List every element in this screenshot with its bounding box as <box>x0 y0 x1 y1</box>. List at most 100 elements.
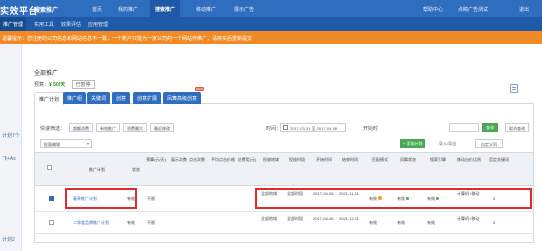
select-all-checkbox[interactable] <box>47 165 52 170</box>
plan-match: 有效 <box>369 220 377 225</box>
filter-bar: 快速筛选： 超额消费 有效推广 消费最大 最近修改 时间： 2017-03-31… <box>35 121 533 135</box>
col-mobile-ratio[interactable]: 移动出价比例 <box>457 156 481 163</box>
col-end[interactable]: 结束时间 <box>339 156 361 163</box>
row-checkbox[interactable] <box>49 220 54 225</box>
plan-mobile-ratio[interactable]: 计算机+移动 <box>457 214 479 223</box>
new-badge: NEW <box>195 87 205 91</box>
quick-filter-label: 快速筛选： <box>40 126 66 132</box>
col-impressions[interactable]: 展示次数 <box>171 156 187 163</box>
cancel-query-button[interactable]: 取消查询 <box>505 123 529 132</box>
query-button[interactable]: 查询 <box>482 123 498 132</box>
plan-negative-kw[interactable]: 0 <box>493 194 495 203</box>
filter-recent-button[interactable]: 最近修改 <box>150 123 174 132</box>
budget-value[interactable]: ¥ 50/天 <box>49 82 65 88</box>
plan-mobile-ratio[interactable]: 计算机+移动 <box>457 189 479 198</box>
plan-start[interactable]: 2017-04-06 <box>313 189 333 198</box>
row-checkbox[interactable] <box>49 196 54 201</box>
tab-phoenix[interactable]: 凤舞高级创意 NEW <box>163 87 205 104</box>
col-budget[interactable]: 预算(元/天) <box>145 156 167 163</box>
subnav-tools[interactable]: 实用工具 <box>34 21 54 28</box>
top-navbar: 实效平台 搜索推广 首页 我的推广 搜索推广 移动推广 展示广告 帮助中心 点睛… <box>0 0 542 17</box>
main-content: 全部推广 预算：¥ 50/天 已暂停 导出报表 推广计划 推广组 关键词 创意 … <box>23 44 542 251</box>
plan-phoenix: 有效 <box>397 220 405 225</box>
custom-columns-button[interactable]: 自定义列 <box>475 139 503 148</box>
plan-negative-kw[interactable]: 0 <box>493 218 495 227</box>
plan-name-link[interactable]: 春季推广计划 <box>73 194 97 203</box>
col-plan[interactable]: 推广计划 <box>77 166 117 173</box>
add-plan-button[interactable]: + 添加计划 <box>400 139 426 148</box>
left-sidebar: 计划7个 飞+As 计划2 <box>0 44 22 251</box>
rule-label: 开始时 <box>363 126 379 132</box>
plan-region[interactable]: 全部地域 <box>261 189 277 198</box>
bulk-edit-select[interactable]: 批量编辑 <box>40 139 92 148</box>
sidebar-item-2[interactable]: 飞+As <box>2 155 16 162</box>
nav-my-promotion[interactable]: 我的推广 <box>118 6 138 13</box>
plan-region[interactable]: 全部地域 <box>261 214 277 223</box>
col-negative-kw[interactable]: 否定关键词 <box>487 156 511 163</box>
col-time-slot[interactable]: 投放时段 <box>285 156 309 163</box>
nav-display-ads[interactable]: 展示广告 <box>234 6 254 13</box>
plan-start[interactable]: 2017-04-06 <box>313 214 333 223</box>
col-engine[interactable]: 搜索引擎 <box>427 156 449 163</box>
plan-status: 有效 <box>127 220 135 225</box>
nav-mobile-promotion[interactable]: 移动推广 <box>196 6 216 13</box>
subnav-apps[interactable]: 应用管理 <box>88 21 108 28</box>
plan-time-slot[interactable]: 全部时段 <box>287 214 303 223</box>
status-dot-icon <box>406 197 409 200</box>
budget-label: 预算： <box>34 82 50 88</box>
col-clicks[interactable]: 点击次数 <box>189 156 205 163</box>
plan-time-slot[interactable]: 全部时段 <box>287 189 303 198</box>
plan-end[interactable]: 2021-11-11 <box>339 214 359 223</box>
col-total-cost[interactable]: 总费用(元) <box>237 156 257 163</box>
status-dot-icon <box>436 197 439 200</box>
sidebar-item-3[interactable]: 计划2 <box>2 236 15 243</box>
nav-home[interactable]: 首页 <box>92 6 102 13</box>
plan-engine: 有效 <box>427 194 439 203</box>
budget-row: 预算：¥ 50/天 已暂停 <box>34 80 95 89</box>
tab-plans[interactable]: 推广计划 <box>34 92 65 105</box>
col-phoenix[interactable]: 凤舞状态 <box>397 156 419 163</box>
table-row: 春季推广计划 有效 不限 全部地域 全部时段 2017-04-06 2021-1… <box>35 186 533 212</box>
col-match[interactable]: 匹配模式 <box>369 156 391 163</box>
operation-bar: 批量编辑 + 添加计划 导入/导出 自定义列 <box>35 138 533 150</box>
help-center-link[interactable]: 帮助中心 <box>423 6 443 13</box>
col-status[interactable]: 状态 <box>127 166 145 173</box>
plan-engine: 有效 <box>427 220 435 225</box>
plan-end[interactable]: 2021-11-11 <box>339 189 359 198</box>
engine-text: 有效 <box>427 196 435 201</box>
import-export-link[interactable]: 导入/导出 <box>439 141 456 147</box>
tab-creative-ext[interactable]: 创意扩展 <box>133 92 162 104</box>
calendar-icon <box>283 125 288 130</box>
plan-status: 有效 <box>127 196 135 201</box>
subnav-manage[interactable]: 推广管理 <box>0 17 27 31</box>
col-start[interactable]: 开始时间 <box>313 156 335 163</box>
date-range-picker[interactable]: 2017-03-31 至 2017-04-06 <box>280 123 346 132</box>
phoenix-text: 有效 <box>397 196 405 201</box>
plan-name-link[interactable]: 二季度品牌推广计划 <box>73 218 109 227</box>
plan-budget[interactable]: 不限 <box>147 218 155 227</box>
time-label: 时间： <box>266 126 282 132</box>
nav-search-promotion[interactable]: 搜索推广 <box>150 0 181 17</box>
col-avg-cpc[interactable]: 平均点击价格 <box>211 156 235 163</box>
rule-input[interactable] <box>449 123 479 132</box>
plan-budget[interactable]: 不限 <box>147 194 155 203</box>
sidebar-plan-count[interactable]: 计划7个 <box>2 132 20 139</box>
warning-notice: 温馨提示：您注册的公司信息和网站信息不一致，一个账户只能为一家公司的一个网站作推… <box>0 31 542 44</box>
report-icon[interactable] <box>510 84 518 93</box>
subnav-evaluation[interactable]: 效果评估 <box>61 21 81 28</box>
tab-groups[interactable]: 推广组 <box>63 92 87 104</box>
plan-phoenix: 有效 <box>397 194 409 203</box>
filter-active-button[interactable]: 有效推广 <box>96 123 120 132</box>
logout-link[interactable]: 退出 <box>519 6 529 13</box>
tab-phoenix-label: 凤舞高级创意 <box>167 96 198 102</box>
tab-creatives[interactable]: 创意 <box>112 92 131 104</box>
table-row: 二季度品牌推广计划 有效 不限 全部地域 全部时段 2017-04-06 202… <box>35 212 533 234</box>
tab-keywords[interactable]: 关键词 <box>87 92 111 104</box>
filter-top-spend-button[interactable]: 消费最大 <box>123 123 147 132</box>
logo: 实效平台 <box>0 6 39 16</box>
user-account[interactable]: 点睛广告测试 <box>458 6 488 13</box>
filter-overspend-button[interactable]: 超额消费 <box>69 123 93 132</box>
col-region[interactable]: 投放地域 <box>259 156 283 163</box>
status-badge[interactable]: 已暂停 <box>71 80 95 89</box>
table-header: 推广计划 状态 预算(元/天) 展示次数 点击次数 平均点击价格 总费用(元) … <box>35 152 533 186</box>
